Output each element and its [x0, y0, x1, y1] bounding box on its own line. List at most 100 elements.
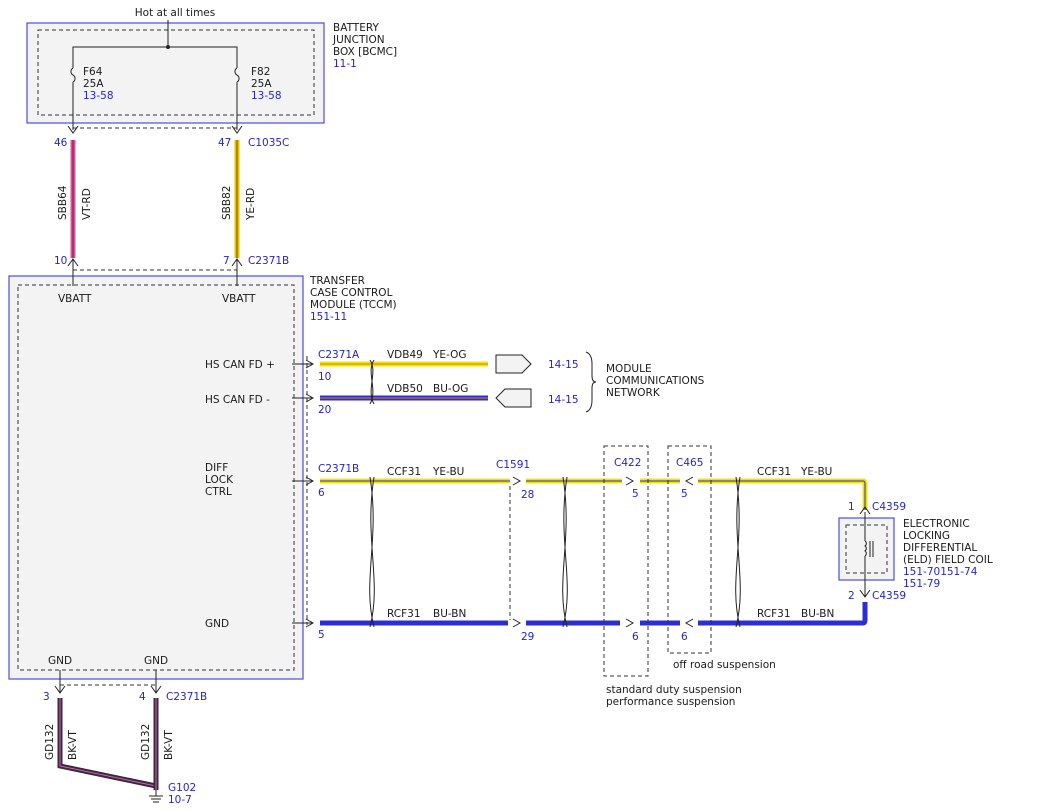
gnd-pin-29: 29 [521, 631, 534, 643]
gd132-circuit-2: GD132 [140, 724, 152, 760]
ccf31-color: YE-BU [432, 466, 464, 478]
ccf31-circuit-2: CCF31 [757, 466, 791, 478]
vdb50-color: BU-OG [433, 383, 468, 395]
f82-name: F82 [251, 66, 270, 78]
rcf31-color-2: BU-BN [801, 608, 834, 620]
wiring-diagram: Hot at all times F64 25A 13-58 F82 25A 1… [8, 7, 993, 806]
g102-label[interactable]: G102 [168, 782, 196, 794]
c4359-top-label[interactable]: C4359 [872, 501, 906, 513]
gnd-signal-label: GND [205, 618, 229, 630]
bjb-label-2: JUNCTION [332, 34, 385, 46]
c465-gnd-arrow [684, 618, 694, 628]
c1591-label[interactable]: C1591 [496, 459, 530, 471]
pin-47: 47 [218, 137, 231, 149]
c2371b-bottom-label[interactable]: C2371B [166, 691, 207, 703]
c422-pin-6: 6 [632, 631, 639, 643]
pin-10: 10 [54, 255, 67, 267]
eld-label-1: ELECTRONIC [903, 518, 970, 530]
c465-arrow [684, 476, 694, 486]
pin-7: 7 [223, 255, 230, 267]
c465-label[interactable]: C465 [676, 457, 703, 469]
c465-pin-5: 5 [681, 488, 688, 500]
network-brace-icon [585, 351, 597, 413]
diff-label-1: DIFF [205, 462, 228, 474]
sbb64-circuit: SBB64 [57, 185, 69, 220]
hot-label: Hot at all times [135, 7, 215, 19]
g102-ref[interactable]: 10-7 [168, 794, 192, 806]
f82-ref[interactable]: 13-58 [251, 90, 282, 102]
standard-note: standard duty suspension [606, 684, 742, 696]
vdb50-circuit: VDB50 [387, 383, 423, 395]
eld-ref-1[interactable]: 151-70151-74 [903, 566, 978, 578]
can-pin-20: 20 [318, 404, 331, 416]
eld-ref-2[interactable]: 151-79 [903, 578, 940, 590]
c4359-bottom-label[interactable]: C4359 [872, 590, 906, 602]
vdb49-color: YE-OG [432, 349, 467, 361]
diff-pin-28: 28 [521, 489, 534, 501]
diff-label-3: CTRL [205, 486, 232, 498]
tccm-ref[interactable]: 151-11 [310, 311, 347, 323]
gd132-circuit-1: GD132 [44, 724, 56, 760]
rcf31-circuit-2: RCF31 [757, 608, 791, 620]
vdb49-circuit: VDB49 [387, 349, 423, 361]
f64-name: F64 [83, 66, 103, 78]
c422-gnd-arrow [625, 618, 635, 628]
can-pin-10: 10 [318, 371, 331, 383]
sbb64-color: VT-RD [81, 188, 93, 220]
bjb-ref[interactable]: 11-1 [333, 58, 357, 70]
c1591-gnd-arrow [512, 618, 522, 628]
c422-label[interactable]: C422 [614, 457, 641, 469]
vbatt-1: VBATT [58, 293, 92, 305]
gnd-pin-5: 5 [318, 629, 325, 641]
diff-pin-6: 6 [318, 487, 325, 499]
gnd-pin-4: 4 [139, 691, 146, 703]
c2371b-diff-label[interactable]: C2371B [318, 463, 359, 475]
gnd-label-2: GND [144, 655, 168, 667]
can-minus-continue-icon[interactable] [495, 388, 532, 408]
tccm-box [8, 275, 304, 680]
eld-label-2: LOCKING [903, 530, 950, 542]
network-label-2: COMMUNICATIONS [606, 375, 705, 387]
gnd-label-1: GND [48, 655, 72, 667]
c2371b-top-label[interactable]: C2371B [248, 255, 289, 267]
sbb82-color: YE-RD [245, 188, 257, 221]
ccf31-color-2: YE-BU [800, 466, 832, 478]
gnd-pin-3: 3 [43, 691, 50, 703]
bjb-label-1: BATTERY [333, 22, 379, 34]
gd132-color-1: BK-VT [67, 730, 79, 760]
diff-label-2: LOCK [205, 474, 234, 486]
hs-can-minus: HS CAN FD - [205, 394, 270, 406]
c422-pin-5: 5 [632, 488, 639, 500]
ground-icon [149, 790, 163, 803]
c465-pin-6: 6 [681, 631, 688, 643]
c1591-arrow-in [512, 476, 522, 486]
tccm-label-1: TRANSFER [309, 275, 365, 287]
wire-ccf31 [320, 478, 868, 510]
can-plus-ref[interactable]: 14-15 [548, 359, 579, 371]
tccm-label-2: CASE CONTROL [310, 287, 393, 299]
hs-can-plus: HS CAN FD + [205, 359, 275, 371]
pin-46: 46 [54, 137, 68, 149]
can-minus-ref[interactable]: 14-15 [548, 394, 579, 406]
vbatt-2: VBATT [222, 293, 256, 305]
network-label-1: MODULE [606, 363, 652, 375]
f64-ref[interactable]: 13-58 [83, 90, 114, 102]
sbb82-circuit: SBB82 [221, 186, 233, 220]
ccf31-circuit: CCF31 [387, 466, 421, 478]
eld-pin-1: 1 [848, 501, 855, 513]
c1035c-label[interactable]: C1035C [248, 137, 289, 149]
network-label-3: NETWORK [606, 387, 661, 399]
f82-amp: 25A [251, 78, 272, 90]
performance-note: performance suspension [606, 696, 735, 708]
eld-label-4: (ELD) FIELD COIL [903, 554, 993, 566]
c2371a-label[interactable]: C2371A [318, 349, 360, 361]
bjb-label-3: BOX [BCMC] [333, 46, 397, 58]
tccm-label-3: MODULE (TCCM) [310, 299, 397, 311]
rcf31-color: BU-BN [433, 608, 466, 620]
f64-amp: 25A [83, 78, 104, 90]
eld-label-3: DIFFERENTIAL [903, 542, 977, 554]
gd132-color-2: BK-VT [163, 730, 175, 760]
c422-arrow [625, 476, 635, 486]
can-plus-continue-icon[interactable] [495, 354, 532, 374]
rcf31-circuit: RCF31 [387, 608, 421, 620]
